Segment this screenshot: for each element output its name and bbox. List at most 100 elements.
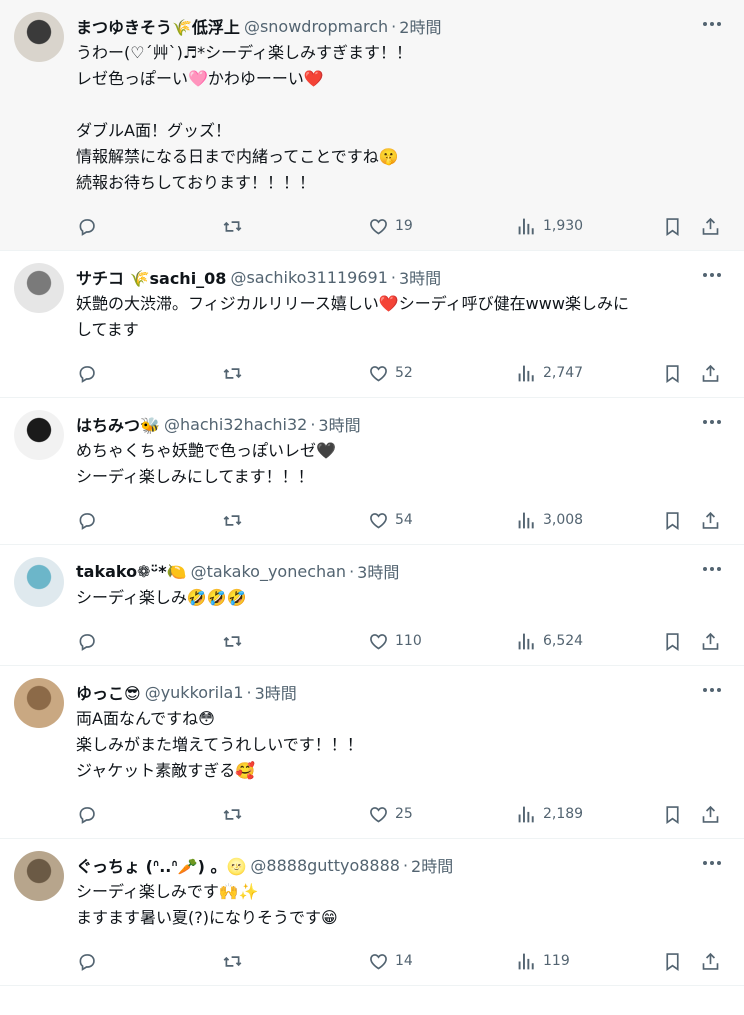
tweet[interactable]: takako❁ᵕ̈*🍋 @takako_yonechan · 3時間 シーディ楽…	[0, 545, 744, 666]
user-handle[interactable]: @sachiko31119691	[230, 268, 387, 287]
retweet-button[interactable]	[222, 496, 243, 544]
share-button[interactable]	[700, 202, 721, 250]
bookmark-button[interactable]	[662, 496, 683, 544]
reply-button[interactable]	[76, 937, 97, 985]
like-button[interactable]: 54	[368, 496, 413, 544]
timestamp[interactable]: 2時間	[399, 14, 441, 38]
tweet-text-line: シーディ楽しみです🙌✨	[76, 882, 259, 901]
avatar[interactable]	[14, 678, 64, 728]
more-options-button[interactable]	[700, 559, 724, 579]
retweet-button[interactable]	[222, 202, 243, 250]
display-name[interactable]: takako❁ᵕ̈*🍋	[76, 562, 187, 581]
avatar[interactable]	[14, 557, 64, 607]
like-button[interactable]: 19	[368, 202, 413, 250]
like-count: 14	[395, 953, 413, 969]
user-handle[interactable]: @8888guttyo8888	[250, 856, 400, 875]
action-bar: 19 1,930	[76, 202, 728, 250]
tweet-text: うわー(♡´艸`)♬*シーディ楽しみすぎます！！ レゼ色っぽーい🩷かわゆーーい❤️…	[76, 40, 728, 196]
bookmark-button[interactable]	[662, 349, 683, 397]
display-name[interactable]: ぐっちょ (ᐢ..ᐢ🥕) 。🌝	[76, 853, 246, 877]
views-button[interactable]: 2,747	[516, 349, 583, 397]
tweet[interactable]: はちみつ🐝 @hachi32hachi32 · 3時間 めちゃくちゃ妖艶で色っぽ…	[0, 398, 744, 545]
timestamp[interactable]: 3時間	[399, 265, 441, 289]
reply-button[interactable]	[76, 202, 97, 250]
share-button[interactable]	[700, 349, 721, 397]
like-button[interactable]: 14	[368, 937, 413, 985]
more-options-button[interactable]	[700, 14, 724, 34]
views-button[interactable]: 2,189	[516, 790, 583, 838]
display-name[interactable]: サチコ 🌾sachi_08	[76, 265, 226, 289]
bookmark-icon	[662, 510, 683, 531]
reply-button[interactable]	[76, 496, 97, 544]
bookmark-button[interactable]	[662, 790, 683, 838]
bookmark-icon	[662, 951, 683, 972]
bookmark-button[interactable]	[662, 617, 683, 665]
views-button[interactable]: 3,008	[516, 496, 583, 544]
retweet-button[interactable]	[222, 617, 243, 665]
separator-dot: ·	[310, 414, 316, 434]
dot-icon	[710, 688, 714, 692]
retweet-icon	[222, 951, 243, 972]
reply-button[interactable]	[76, 349, 97, 397]
bookmark-button[interactable]	[662, 202, 683, 250]
tweet-text: 両A面なんですね😳 楽しみがまた増えてうれしいです！！！ ジャケット素敵すぎる🥰	[76, 706, 728, 784]
avatar[interactable]	[14, 12, 64, 62]
retweet-icon	[222, 510, 243, 531]
bookmark-button[interactable]	[662, 937, 683, 985]
reply-button[interactable]	[76, 617, 97, 665]
reply-icon	[76, 510, 97, 531]
tweet[interactable]: ぐっちょ (ᐢ..ᐢ🥕) 。🌝 @8888guttyo8888 · 2時間 シー…	[0, 839, 744, 986]
retweet-button[interactable]	[222, 349, 243, 397]
tweet-text-line: シーディ楽しみにしてます！！！	[76, 467, 314, 486]
share-button[interactable]	[700, 496, 721, 544]
view-count: 1,930	[543, 218, 584, 234]
bar-chart-icon	[516, 510, 537, 531]
retweet-icon	[222, 216, 243, 237]
timestamp[interactable]: 3時間	[357, 559, 399, 583]
avatar[interactable]	[14, 851, 64, 901]
separator-dot: ·	[349, 561, 355, 581]
bookmark-icon	[662, 804, 683, 825]
user-handle[interactable]: @takako_yonechan	[191, 562, 346, 581]
more-options-button[interactable]	[700, 265, 724, 285]
view-count: 6,524	[543, 633, 584, 649]
bar-chart-icon	[516, 804, 537, 825]
retweet-icon	[222, 631, 243, 652]
views-button[interactable]: 119	[516, 937, 570, 985]
separator-dot: ·	[390, 267, 396, 287]
avatar[interactable]	[14, 410, 64, 460]
more-options-button[interactable]	[700, 680, 724, 700]
timestamp[interactable]: 3時間	[318, 412, 360, 436]
retweet-button[interactable]	[222, 937, 243, 985]
dot-icon	[703, 273, 707, 277]
tweet[interactable]: まつゆきそう🌾低浮上 @snowdropmarch · 2時間 うわー(♡´艸`…	[0, 0, 744, 251]
user-handle[interactable]: @hachi32hachi32	[164, 415, 307, 434]
display-name[interactable]: まつゆきそう🌾低浮上	[76, 14, 240, 38]
reply-button[interactable]	[76, 790, 97, 838]
share-button[interactable]	[700, 617, 721, 665]
timestamp[interactable]: 3時間	[255, 680, 297, 704]
retweet-button[interactable]	[222, 790, 243, 838]
like-button[interactable]: 52	[368, 349, 413, 397]
display-name[interactable]: ゆっこ😎	[76, 680, 141, 704]
display-name[interactable]: はちみつ🐝	[76, 412, 160, 436]
views-button[interactable]: 6,524	[516, 617, 583, 665]
heart-icon	[368, 631, 389, 652]
retweet-icon	[222, 363, 243, 384]
avatar[interactable]	[14, 263, 64, 313]
more-options-button[interactable]	[700, 853, 724, 873]
tweet[interactable]: ゆっこ😎 @yukkorila1 · 3時間 両A面なんですね😳 楽しみがまた増え…	[0, 666, 744, 839]
view-count: 2,189	[543, 806, 584, 822]
share-button[interactable]	[700, 790, 721, 838]
tweet[interactable]: サチコ 🌾sachi_08 @sachiko31119691 · 3時間 妖艶の…	[0, 251, 744, 398]
views-button[interactable]: 1,930	[516, 202, 583, 250]
tweet-text-line: めちゃくちゃ妖艶で色っぽいレゼ🖤	[76, 441, 336, 460]
user-handle[interactable]: @yukkorila1	[145, 683, 244, 702]
like-button[interactable]: 25	[368, 790, 413, 838]
share-button[interactable]	[700, 937, 721, 985]
timestamp[interactable]: 2時間	[411, 853, 453, 877]
like-button[interactable]: 110	[368, 617, 422, 665]
user-handle[interactable]: @snowdropmarch	[244, 17, 388, 36]
like-count: 54	[395, 512, 413, 528]
more-options-button[interactable]	[700, 412, 724, 432]
